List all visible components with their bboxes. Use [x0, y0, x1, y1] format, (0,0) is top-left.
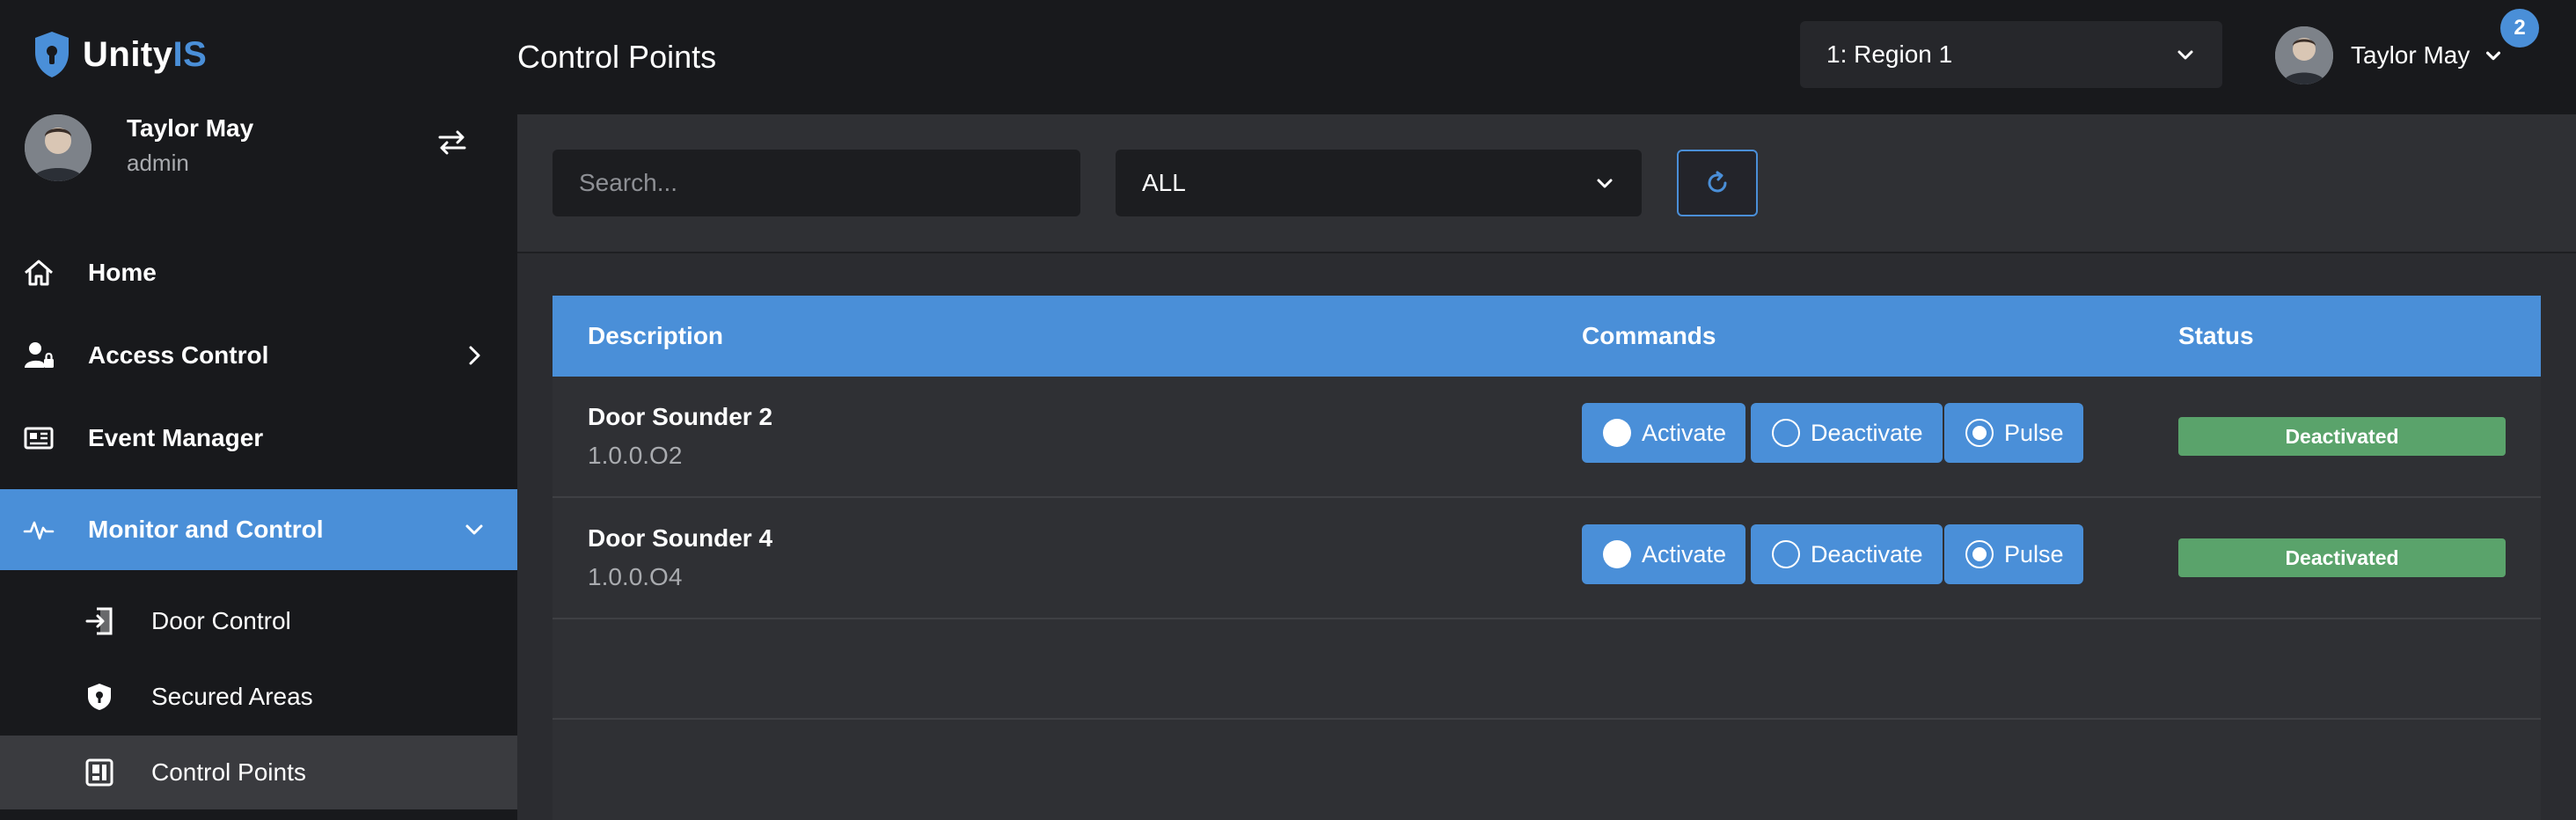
row-description: Door Sounder 4 [588, 524, 773, 552]
user-profile: Taylor May admin [25, 114, 517, 185]
row-description: Door Sounder 2 [588, 403, 773, 430]
top-bar: UnityIS Control Points 1: Region 1 Taylo… [0, 0, 2576, 114]
chevron-down-icon [465, 524, 483, 535]
region-select-value: 1: Region 1 [1826, 40, 1953, 68]
chevron-down-icon [2486, 51, 2501, 61]
radio-empty-icon [1772, 540, 1800, 568]
sidebar: Taylor May admin Home Access Control Eve… [0, 114, 517, 820]
newspaper-icon [24, 427, 54, 450]
radio-filled-icon [1603, 540, 1631, 568]
avatar [25, 114, 91, 181]
refresh-icon [1708, 171, 1727, 193]
page-title: Control Points [517, 39, 717, 75]
sidebar-subitem-door-control[interactable]: Door Control [0, 584, 517, 658]
user-menu[interactable]: Taylor May [2275, 26, 2503, 84]
sidebar-item-label: Control Points [151, 758, 306, 786]
sidebar-item-label: Door Control [151, 607, 291, 634]
profile-role: admin [127, 150, 189, 176]
logo-text: UnityIS [83, 34, 208, 74]
control-points-table: Description Commands Status Door Sounder… [553, 296, 2541, 820]
pulse-button[interactable]: Pulse [1944, 524, 2083, 584]
user-lock-icon [25, 342, 54, 368]
sidebar-item-event-manager[interactable]: Event Manager [0, 398, 517, 479]
filter-bar: ALL [517, 114, 2576, 253]
region-select[interactable]: 1: Region 1 [1800, 21, 2222, 88]
radio-empty-icon [1772, 419, 1800, 447]
pulse-icon [23, 521, 55, 540]
column-header-status[interactable]: Status [2178, 322, 2254, 350]
door-enter-icon [85, 607, 113, 635]
status-badge: Deactivated [2178, 538, 2506, 577]
sidebar-item-monitor-and-control[interactable]: Monitor and Control [0, 489, 517, 570]
table-row: Door Sounder 2 1.0.0.O2 Activate Deactiv… [553, 377, 2541, 498]
deactivate-button[interactable]: Deactivate [1751, 524, 1943, 584]
chevron-right-icon [469, 346, 480, 365]
sidebar-item-label: Home [88, 259, 157, 286]
sidebar-item-access-control[interactable]: Access Control [0, 315, 517, 396]
logo[interactable]: UnityIS [32, 26, 207, 83]
table-row: Door Sounder 4 1.0.0.O4 Activate Deactiv… [553, 498, 2541, 619]
deactivate-button[interactable]: Deactivate [1751, 403, 1943, 463]
radio-selected-icon [1965, 540, 1994, 568]
sidebar-item-label: Secured Areas [151, 683, 313, 710]
shield-icon [88, 684, 111, 710]
table-header: Description Commands Status [553, 296, 2541, 377]
sidebar-subitem-secured-areas[interactable]: Secured Areas [0, 660, 517, 734]
radio-filled-icon [1603, 419, 1631, 447]
sidebar-item-label: Access Control [88, 341, 269, 369]
notification-badge[interactable]: 2 [2500, 9, 2539, 48]
row-address: 1.0.0.O2 [588, 442, 683, 469]
switch-arrows-icon[interactable] [436, 127, 468, 158]
control-panel-icon [85, 758, 113, 787]
activate-button[interactable]: Activate [1582, 403, 1746, 463]
user-name: Taylor May [2351, 41, 2470, 69]
home-icon [25, 260, 53, 286]
chevron-down-icon [1597, 179, 1613, 188]
activate-button[interactable]: Activate [1582, 524, 1746, 584]
column-header-commands[interactable]: Commands [1582, 322, 1716, 350]
type-filter-value: ALL [1142, 169, 1186, 196]
shield-logo-icon [35, 32, 69, 77]
column-header-description[interactable]: Description [588, 322, 723, 350]
radio-selected-icon [1965, 419, 1994, 447]
sidebar-item-home[interactable]: Home [0, 232, 517, 313]
sidebar-item-label: Event Manager [88, 424, 264, 451]
table-row-empty [553, 619, 2541, 720]
profile-name: Taylor May [127, 114, 254, 142]
row-address: 1.0.0.O4 [588, 563, 683, 590]
status-badge: Deactivated [2178, 417, 2506, 456]
search-input[interactable] [553, 150, 1080, 216]
refresh-button[interactable] [1677, 150, 1758, 216]
pulse-button[interactable]: Pulse [1944, 403, 2083, 463]
sidebar-subitem-control-points[interactable]: Control Points [0, 736, 517, 809]
chevron-down-icon [2177, 50, 2193, 60]
type-filter-select[interactable]: ALL [1116, 150, 1642, 216]
sidebar-item-label: Monitor and Control [88, 516, 324, 543]
avatar [2275, 26, 2333, 84]
